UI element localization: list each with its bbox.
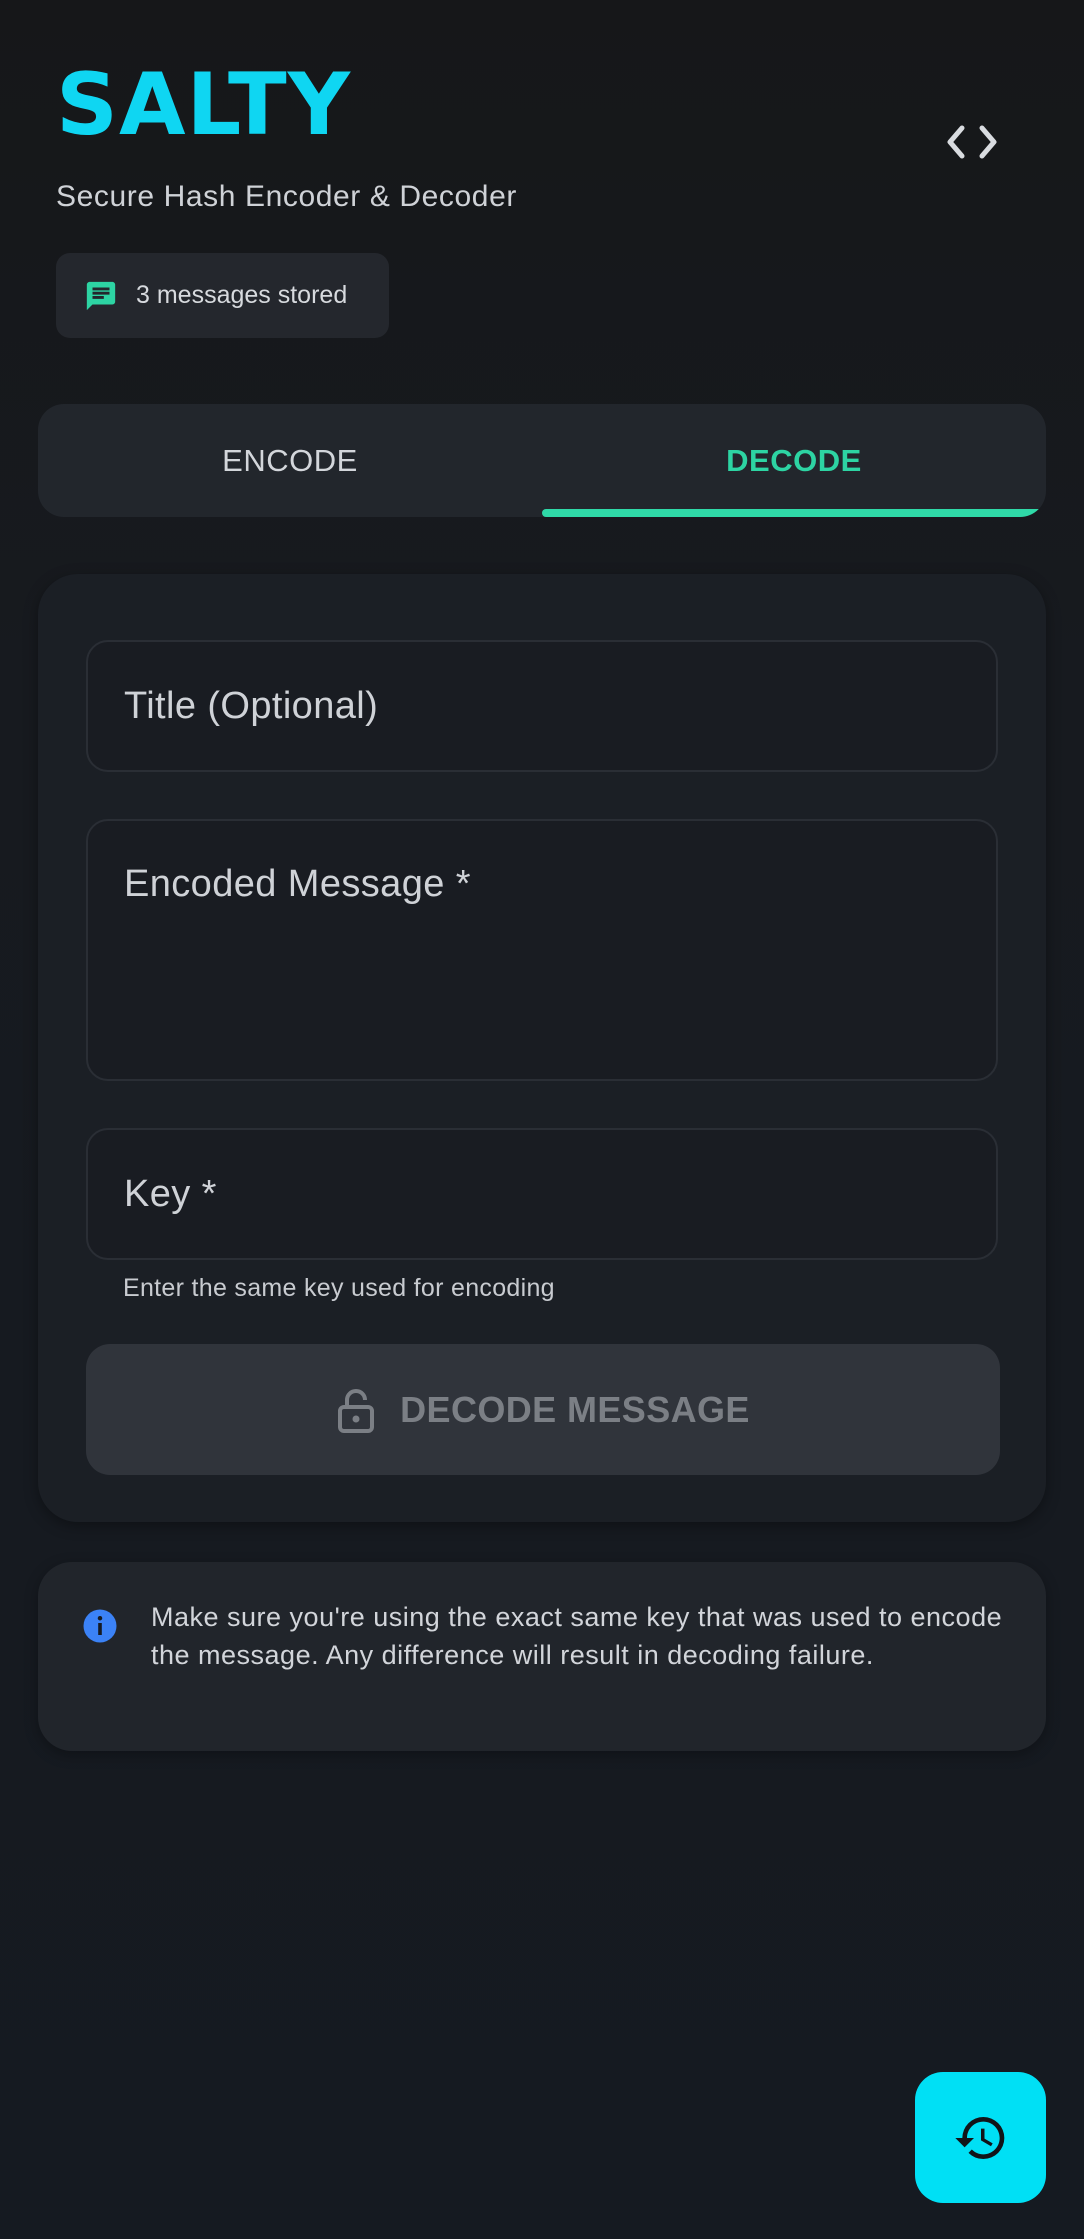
mode-tabs: ENCODE DECODE bbox=[38, 404, 1046, 517]
messages-stored-text: 3 messages stored bbox=[136, 281, 348, 309]
decode-form-card: Title (Optional) Encoded Message * Key *… bbox=[38, 574, 1046, 1522]
unlock-icon bbox=[338, 1388, 375, 1433]
code-brackets-icon bbox=[947, 125, 997, 159]
tab-decode[interactable]: DECODE bbox=[542, 404, 1046, 517]
info-text: Make sure you're using the exact same ke… bbox=[151, 1602, 1003, 1670]
decode-message-button[interactable]: DECODE MESSAGE bbox=[86, 1344, 1000, 1475]
message-icon bbox=[86, 281, 116, 310]
key-helper-text: Enter the same key used for encoding bbox=[123, 1274, 555, 1302]
history-icon bbox=[954, 2116, 1004, 2159]
decode-message-label: DECODE MESSAGE bbox=[400, 1388, 750, 1430]
title-field-label: Title (Optional) bbox=[124, 684, 379, 727]
key-field[interactable]: Key * bbox=[86, 1128, 998, 1260]
app-title: SALTY bbox=[56, 55, 351, 155]
messages-stored-chip: 3 messages stored bbox=[56, 253, 389, 338]
code-view-button[interactable] bbox=[930, 110, 1014, 174]
title-field[interactable]: Title (Optional) bbox=[86, 640, 998, 772]
encoded-message-label: Encoded Message * bbox=[124, 863, 471, 905]
history-fab[interactable] bbox=[915, 2072, 1046, 2203]
key-field-label: Key * bbox=[124, 1172, 217, 1215]
info-icon bbox=[83, 1609, 117, 1643]
encoded-message-field[interactable]: Encoded Message * bbox=[86, 819, 998, 1081]
app-subtitle: Secure Hash Encoder & Decoder bbox=[56, 180, 517, 213]
tab-encode[interactable]: ENCODE bbox=[38, 404, 542, 517]
info-card: Make sure you're using the exact same ke… bbox=[38, 1562, 1046, 1751]
app-screen: SALTY Secure Hash Encoder & Decoder 3 me… bbox=[0, 0, 1084, 2239]
